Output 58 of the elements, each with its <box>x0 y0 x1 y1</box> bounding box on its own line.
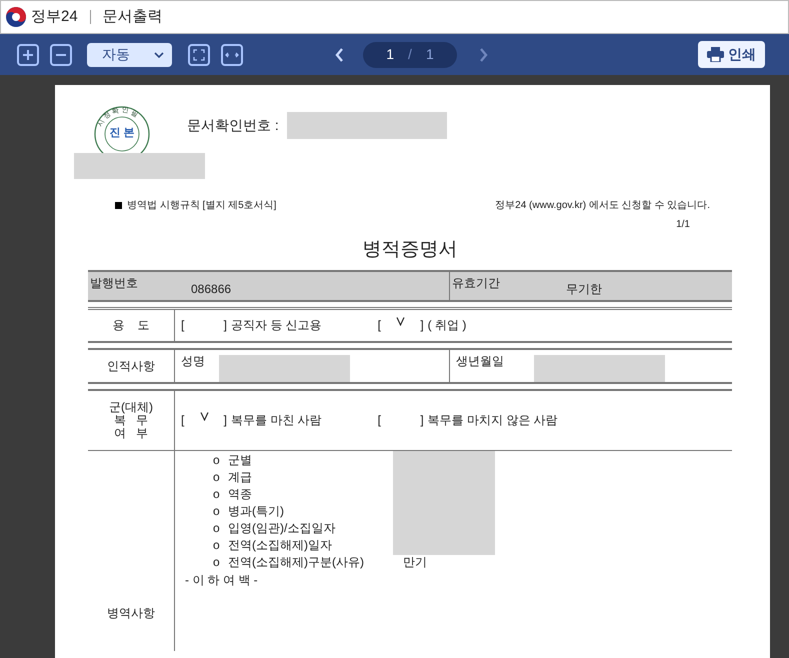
zoom-dropdown[interactable]: 자동 <box>87 42 172 66</box>
bullet: o <box>213 469 221 486</box>
bullet: o <box>213 486 221 503</box>
field-value: 086866 <box>191 280 232 298</box>
row-label: 여 부 <box>114 426 148 440</box>
field-label: 유효기간 <box>451 274 500 292</box>
fit-page-button[interactable] <box>188 44 210 66</box>
chevron-left-icon <box>334 48 344 62</box>
option-label: 복무를 마치지 않은 사람 <box>428 412 558 429</box>
option-label: 공직자 등 신고용 <box>231 317 322 334</box>
page-number: 1/1 <box>676 218 690 232</box>
app-name: 정부24 <box>31 6 78 27</box>
logo-icon <box>5 6 27 28</box>
page-separator: / <box>408 45 412 64</box>
printer-icon <box>707 47 724 62</box>
item-label: 역종 <box>228 486 253 503</box>
field-label: 생년월일 <box>455 352 504 370</box>
row-label: 군(대체) <box>109 400 153 414</box>
option-label: ( 취업 ) <box>428 317 466 334</box>
fit-width-button[interactable] <box>221 44 243 66</box>
item-label: 입영(임관)/소집일자 <box>228 520 336 537</box>
bullet: o <box>213 452 221 469</box>
fit-page-icon <box>193 48 205 60</box>
window-title: 문서출력 <box>102 6 163 27</box>
end-note: - 이 하 여 백 - <box>185 572 259 588</box>
field-value: 무기한 <box>566 280 602 298</box>
bullet: o <box>213 520 221 537</box>
field-label: 발행번호 <box>89 274 138 292</box>
bullet: o <box>213 537 221 554</box>
item-label: 군별 <box>228 452 253 469</box>
total-pages: 1 <box>426 45 434 64</box>
plus-icon <box>22 48 34 60</box>
check-mark-icon <box>396 316 406 326</box>
item-label: 전역(소집해제)구분(사유) <box>228 554 365 571</box>
zoom-in-button[interactable] <box>17 44 39 66</box>
site-note: 정부24 (www.gov.kr) 에서도 신청할 수 있습니다. <box>495 199 710 213</box>
current-page: 1 <box>386 45 394 64</box>
row-label: 복 무 <box>114 414 148 426</box>
confirm-number-label: 문서확인번호 : <box>187 116 279 135</box>
option-label: 복무를 마친 사람 <box>231 412 322 429</box>
row-label: 인적사항 <box>107 358 155 374</box>
item-label: 전역(소집해제)일자 <box>228 537 333 554</box>
field-label: 성명 <box>180 352 205 370</box>
zoom-out-button[interactable] <box>50 44 72 66</box>
fit-width-icon <box>225 50 239 60</box>
row-label: 병역사항 <box>107 604 155 622</box>
bullet: o <box>213 503 221 520</box>
form-note: 병역법 시행규칙 [별지 제5호서식] <box>115 198 276 213</box>
chevron-right-icon <box>478 48 488 62</box>
check-mark-icon <box>200 411 208 421</box>
item-value: 만기 <box>403 554 427 571</box>
item-label: 병과(특기) <box>228 503 285 520</box>
bullet: o <box>213 554 221 571</box>
chevron-down-icon <box>154 52 164 58</box>
document-heading: 병적증명서 <box>362 238 458 262</box>
item-label: 계급 <box>228 469 253 486</box>
row-label: 용 도 <box>112 317 150 334</box>
print-button[interactable]: 인쇄 <box>698 41 765 68</box>
